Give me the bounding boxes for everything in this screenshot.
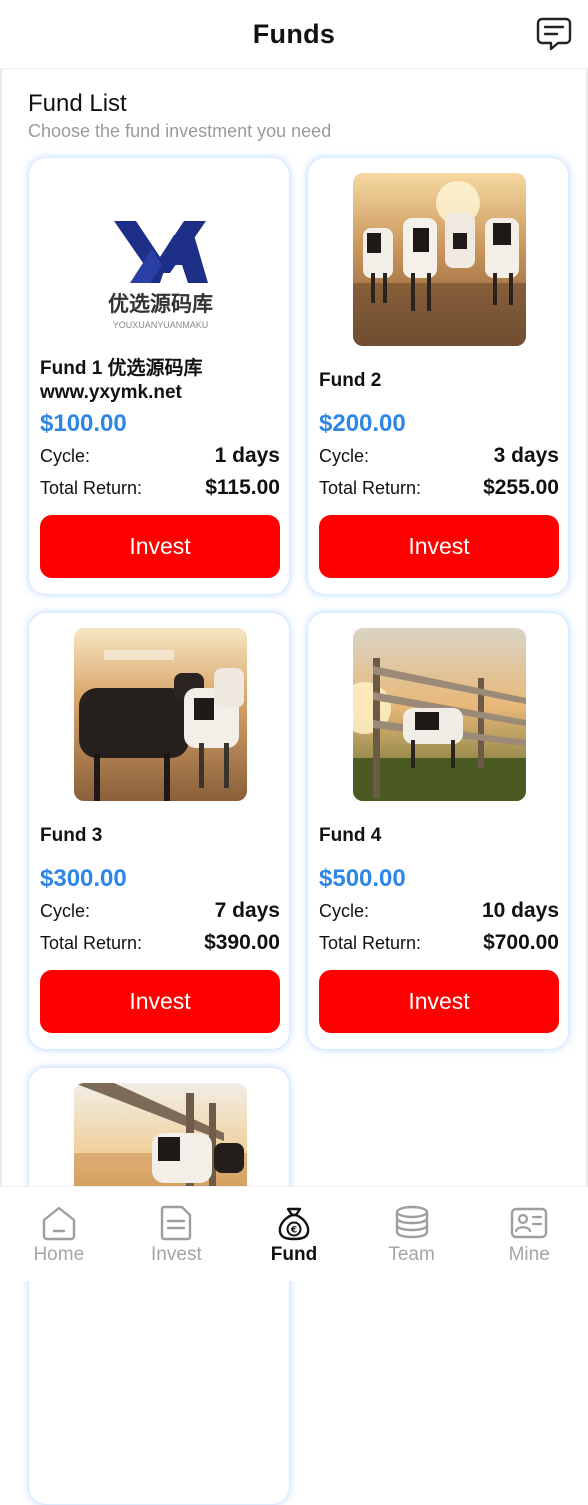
invest-button[interactable]: Invest xyxy=(40,970,280,1033)
cycle-row: Cycle: 3 days xyxy=(319,444,559,468)
cycle-label: Cycle: xyxy=(319,446,370,466)
tab-invest[interactable]: Invest xyxy=(118,1187,236,1281)
tab-home[interactable]: Home xyxy=(0,1187,118,1281)
cows-photo xyxy=(353,173,526,346)
bottom-tab-bar: Home Invest € Fund Team Mine xyxy=(0,1186,588,1281)
fund-price: $500.00 xyxy=(319,865,406,892)
cows-photo xyxy=(353,628,526,801)
cycle-label: Cycle: xyxy=(40,446,91,466)
fund-name: Fund 1 优选源码库 www.yxymk.net xyxy=(40,358,203,403)
fund-price: $200.00 xyxy=(319,410,406,437)
cycle-value: 10 days xyxy=(481,899,559,922)
fund-price: $100.00 xyxy=(40,410,127,437)
document-icon xyxy=(161,1205,192,1241)
tab-label: Mine xyxy=(508,1244,550,1265)
section-subtitle: Choose the fund investment you need xyxy=(28,121,332,141)
return-value: $390.00 xyxy=(204,931,280,954)
fund-card: Fund 4 $500.00 Cycle: 10 days Total Retu… xyxy=(307,612,569,1050)
cycle-label: Cycle: xyxy=(319,901,370,921)
tab-label: Invest xyxy=(151,1244,202,1265)
cycle-row: Cycle: 7 days xyxy=(40,899,280,923)
cycle-value: 1 days xyxy=(214,444,280,467)
return-label: Total Return: xyxy=(40,933,143,953)
cycle-label: Cycle: xyxy=(40,901,91,921)
coin-stack-icon xyxy=(395,1205,428,1239)
cows-photo xyxy=(74,628,247,801)
money-bag-icon: € xyxy=(278,1207,310,1241)
tab-fund[interactable]: € Fund xyxy=(235,1187,353,1281)
return-row: Total Return: $700.00 xyxy=(319,931,559,955)
return-row: Total Return: $255.00 xyxy=(319,476,559,500)
message-icon[interactable] xyxy=(536,16,572,52)
return-label: Total Return: xyxy=(319,478,422,498)
cycle-value: 7 days xyxy=(214,899,280,922)
id-card-icon xyxy=(510,1207,548,1239)
fund-logo-image: 优选源码库 YOUXUANYUANMAKU xyxy=(74,173,247,346)
tab-mine[interactable]: Mine xyxy=(470,1187,588,1281)
return-value: $700.00 xyxy=(483,931,559,954)
fund-name: Fund 3 xyxy=(40,825,103,846)
invest-button[interactable]: Invest xyxy=(319,515,559,578)
tab-label: Fund xyxy=(270,1244,318,1265)
fund-card: 优选源码库 YOUXUANYUANMAKU Fund 1 优选源码库 www.y… xyxy=(28,157,290,595)
logo-subtext: YOUXUANYUANMAKU xyxy=(113,320,209,330)
cycle-value: 3 days xyxy=(493,444,559,467)
top-bar: Funds xyxy=(0,0,588,69)
tab-team[interactable]: Team xyxy=(353,1187,471,1281)
fund-price: $300.00 xyxy=(40,865,127,892)
section-title: Fund List xyxy=(28,90,127,117)
svg-text:€: € xyxy=(290,1226,297,1236)
return-row: Total Return: $390.00 xyxy=(40,931,280,955)
return-label: Total Return: xyxy=(319,933,422,953)
tab-label: Home xyxy=(33,1244,85,1265)
home-icon xyxy=(42,1206,75,1241)
invest-button[interactable]: Invest xyxy=(319,970,559,1033)
return-label: Total Return: xyxy=(40,478,143,498)
return-value: $115.00 xyxy=(205,476,280,499)
fund-card: Fund 3 $300.00 Cycle: 7 days Total Retur… xyxy=(28,612,290,1050)
cycle-row: Cycle: 10 days xyxy=(319,899,559,923)
invest-button[interactable]: Invest xyxy=(40,515,280,578)
tab-label: Team xyxy=(388,1244,435,1265)
fund-name: Fund 4 xyxy=(319,825,382,846)
fund-card xyxy=(28,1067,290,1505)
return-row: Total Return: $115.00 xyxy=(40,476,280,500)
fund-card: Fund 2 $200.00 Cycle: 3 days Total Retur… xyxy=(307,157,569,595)
fund-name: Fund 2 xyxy=(319,370,382,391)
logo-text: 优选源码库 xyxy=(108,291,213,316)
cycle-row: Cycle: 1 days xyxy=(40,444,280,468)
return-value: $255.00 xyxy=(483,476,559,499)
page-title: Funds xyxy=(252,18,336,49)
